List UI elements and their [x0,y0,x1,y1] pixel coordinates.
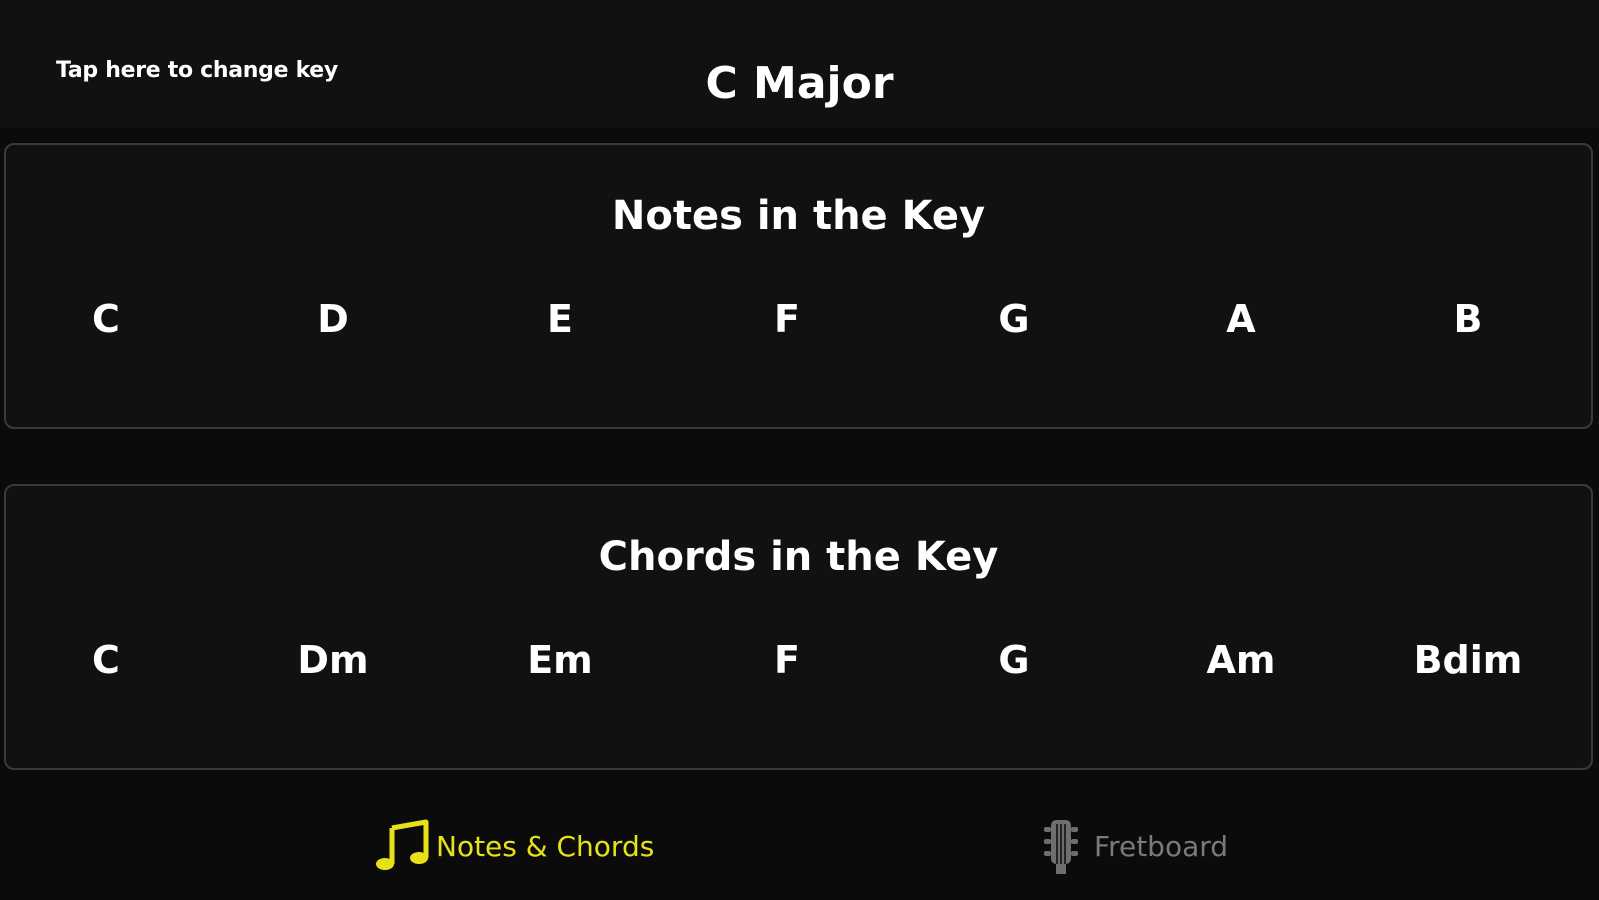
tab-bar: Notes & Chords Fretboard [0,790,1599,900]
chord-item[interactable]: C [16,638,196,682]
chord-item[interactable]: Em [470,638,650,682]
note-item[interactable]: C [16,297,196,341]
chord-item[interactable]: Am [1151,638,1331,682]
chords-panel: Chords in the Key C Dm Em F G Am Bdim [4,484,1593,770]
tab-fretboard[interactable]: Fretboard [1032,818,1228,874]
note-item[interactable]: A [1151,297,1331,341]
note-item[interactable]: B [1378,297,1558,341]
tab-label: Notes & Chords [436,829,655,863]
note-item[interactable]: G [924,297,1104,341]
header-bar: Tap here to change key C Major [0,0,1599,128]
notes-panel: Notes in the Key C D E F G A B [4,143,1593,429]
chord-item[interactable]: Dm [243,638,423,682]
key-title[interactable]: C Major [0,58,1599,109]
chord-item[interactable]: F [697,638,877,682]
chord-item[interactable]: G [924,638,1104,682]
notes-row: C D E F G A B [6,297,1591,347]
note-item[interactable]: D [243,297,423,341]
chords-row: C Dm Em F G Am Bdim [6,638,1591,688]
tab-notes-chords[interactable]: Notes & Chords [374,818,654,874]
guitar-headstock-icon [1032,818,1090,874]
chord-item[interactable]: Bdim [1378,638,1558,682]
app-root: Tap here to change key C Major Notes in … [0,0,1599,900]
chords-panel-title: Chords in the Key [598,534,999,580]
note-item[interactable]: E [470,297,650,341]
note-item[interactable]: F [697,297,877,341]
notes-panel-title: Notes in the Key [611,193,986,239]
tab-label: Fretboard [1094,829,1229,863]
music-note-icon [374,818,432,874]
